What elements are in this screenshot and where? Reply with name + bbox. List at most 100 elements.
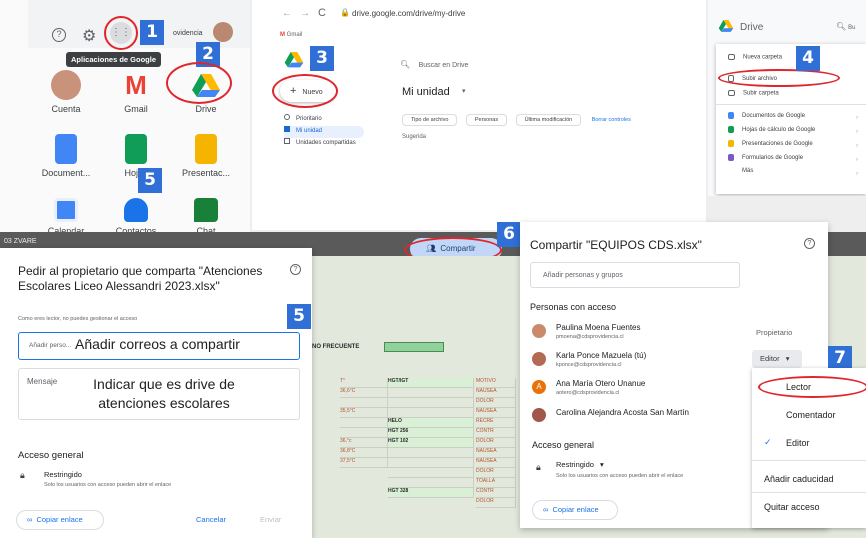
nav-shared-drives[interactable]: Unidades compartidas xyxy=(284,138,404,150)
general-access-label: Acceso general xyxy=(18,450,84,461)
sheet-cell[interactable]: HGT 102 xyxy=(388,438,474,448)
sheet-cell[interactable] xyxy=(388,388,474,398)
add-people-input[interactable]: Añadir perso... Añadir correos a compart… xyxy=(18,332,300,360)
sheet-cell[interactable]: T° xyxy=(340,378,388,388)
app-slides[interactable]: Presentac... xyxy=(174,134,238,178)
url-text[interactable]: drive.google.com/drive/my-drive xyxy=(352,9,465,18)
add-people-input[interactable]: Añadir personas y grupos xyxy=(530,262,740,288)
reload-icon[interactable]: C xyxy=(318,7,326,19)
sheet-cell[interactable]: DOLOR xyxy=(476,468,516,478)
filter-row: Tipo de archivo Personas Última modifica… xyxy=(402,108,631,126)
sheet-cell[interactable] xyxy=(388,478,474,488)
sheet-cell[interactable] xyxy=(340,398,388,408)
search-icon[interactable]: 🔍︎ Bu xyxy=(836,22,856,31)
general-access-label: Acceso general xyxy=(532,440,595,450)
sheet-cell[interactable]: HGT 328 xyxy=(388,488,474,498)
sheet-cell[interactable]: CONTR xyxy=(476,428,516,438)
drive-panel: ← → C 🔒 drive.google.com/drive/my-drive … xyxy=(252,0,706,230)
sheet-cell[interactable]: HELO xyxy=(388,418,474,428)
sheet-cell[interactable] xyxy=(340,418,388,428)
sheet-cell[interactable]: TOALLA xyxy=(476,478,516,488)
sheet-cell[interactable]: RECRE xyxy=(476,418,516,428)
check-icon: ✓ xyxy=(764,437,772,447)
sheet-cell[interactable]: NAUSEA xyxy=(476,408,516,418)
sheet-cell[interactable]: 36,8°C xyxy=(340,448,388,458)
send-button[interactable]: Enviar xyxy=(260,515,281,524)
app-docs[interactable]: Document... xyxy=(34,134,98,178)
sheet-cell[interactable] xyxy=(388,398,474,408)
sheet-cell[interactable]: DOLOR xyxy=(476,398,516,408)
sheet-cell[interactable]: NAUSEA xyxy=(476,458,516,468)
gmail-icon: M xyxy=(125,70,147,100)
restricted-dropdown[interactable]: Restringido ▾ xyxy=(556,460,604,469)
help-icon[interactable]: ? xyxy=(804,238,815,249)
app-contacts[interactable]: Contactos xyxy=(104,198,168,236)
sheet-cell[interactable]: CONTR xyxy=(476,488,516,498)
avatar[interactable] xyxy=(213,22,233,42)
role-commenter[interactable]: Comentador xyxy=(786,410,836,420)
restricted-label: Restringido xyxy=(44,470,82,479)
forward-icon[interactable]: → xyxy=(300,8,310,19)
sheet-cell[interactable] xyxy=(388,448,474,458)
filter-type[interactable]: Tipo de archivo xyxy=(402,114,458,126)
step-3-badge: 3 xyxy=(310,46,334,71)
viewer-highlight xyxy=(758,376,866,398)
menu-more[interactable]: Más xyxy=(742,168,753,174)
app-gmail[interactable]: M Gmail xyxy=(104,70,168,114)
sheet-cell[interactable] xyxy=(340,428,388,438)
add-expiration[interactable]: Añadir caducidad xyxy=(764,474,834,484)
chevron-right-icon: › › › › › xyxy=(856,115,858,177)
menu-divider xyxy=(752,460,866,461)
message-box[interactable]: Mensaje Indicar que es drive de atencion… xyxy=(18,368,300,420)
account-icon xyxy=(51,70,81,100)
link-icon: ∞ xyxy=(27,515,33,524)
annotation-add-emails: Añadir correos a compartir xyxy=(75,336,240,352)
app-calendar[interactable]: Calendar xyxy=(34,198,98,236)
apps-grid: Cuenta M Gmail Drive Document... Hojas P… xyxy=(28,48,250,248)
role-editor[interactable]: Editor xyxy=(786,438,810,448)
sheet-cell[interactable] xyxy=(388,468,474,478)
sheet-cell[interactable]: DOLOR xyxy=(476,438,516,448)
app-chat[interactable]: Chat xyxy=(174,198,238,236)
editor-role-dropdown[interactable]: Editor ▾ xyxy=(752,350,802,368)
sheet-cell[interactable]: 35,5°C xyxy=(340,408,388,418)
calendar-icon xyxy=(54,198,78,222)
search-bar[interactable]: 🔍︎ Buscar en Drive xyxy=(400,54,580,69)
help-icon[interactable]: ? xyxy=(290,264,301,275)
sheet-cell[interactable]: 36,6°C xyxy=(340,388,388,398)
sheet-cell[interactable] xyxy=(388,408,474,418)
sheet-cell[interactable] xyxy=(388,458,474,468)
gear-icon[interactable]: ⚙ xyxy=(82,26,96,46)
sheet-cell[interactable]: DOLOR xyxy=(476,498,516,508)
title-dropdown-icon[interactable]: ▾ xyxy=(462,87,466,95)
sheet-tab-label[interactable]: 03 ZVARE xyxy=(4,238,37,245)
menu-google-slides[interactable]: Presentaciones de Google xyxy=(728,140,813,147)
sheet-cell[interactable]: 37,5°C xyxy=(340,458,388,468)
clear-filters-link[interactable]: Borrar controles xyxy=(592,117,631,123)
cancel-button[interactable]: Cancelar xyxy=(196,515,226,524)
sheet-cell[interactable]: NAUSEA xyxy=(476,388,516,398)
sheet-cell[interactable]: HGT 256 xyxy=(388,428,474,438)
sheet-cell[interactable]: MOTIVO xyxy=(476,378,516,388)
gmail-bookmark[interactable]: M Gmail xyxy=(280,32,302,38)
sheet-cell[interactable]: NAUSEA xyxy=(476,448,516,458)
remove-access[interactable]: Quitar acceso xyxy=(764,502,820,512)
app-cuenta[interactable]: Cuenta xyxy=(34,70,98,114)
nav-my-drive[interactable]: Mi unidad xyxy=(284,126,364,138)
copy-link-button[interactable]: ∞ Copiar enlace xyxy=(16,510,104,530)
menu-new-folder[interactable]: Nueva carpeta xyxy=(728,54,782,61)
filter-people[interactable]: Personas xyxy=(465,114,508,126)
menu-google-docs[interactable]: Documentos de Google xyxy=(728,112,805,119)
filter-modified[interactable]: Última modificación xyxy=(515,114,582,126)
back-icon[interactable]: ← xyxy=(282,8,292,19)
new-menu-panel: Drive 🔍︎ Bu Nueva carpeta Subir archivo S… xyxy=(708,0,866,196)
nav-priority[interactable]: Prioritario xyxy=(284,114,404,126)
menu-upload-folder[interactable]: Subir carpeta xyxy=(728,90,779,97)
menu-google-forms[interactable]: Formularios de Google xyxy=(728,154,803,161)
sheet-cell[interactable]: 36,°c xyxy=(340,438,388,448)
menu-google-sheets[interactable]: Hojas de cálculo de Google xyxy=(728,126,815,133)
sheet-cell[interactable]: HGT/IGT xyxy=(388,378,474,388)
help-icon[interactable]: ? xyxy=(52,28,66,42)
copy-link-button[interactable]: ∞ Copiar enlace xyxy=(532,500,618,520)
avatar xyxy=(532,324,546,338)
